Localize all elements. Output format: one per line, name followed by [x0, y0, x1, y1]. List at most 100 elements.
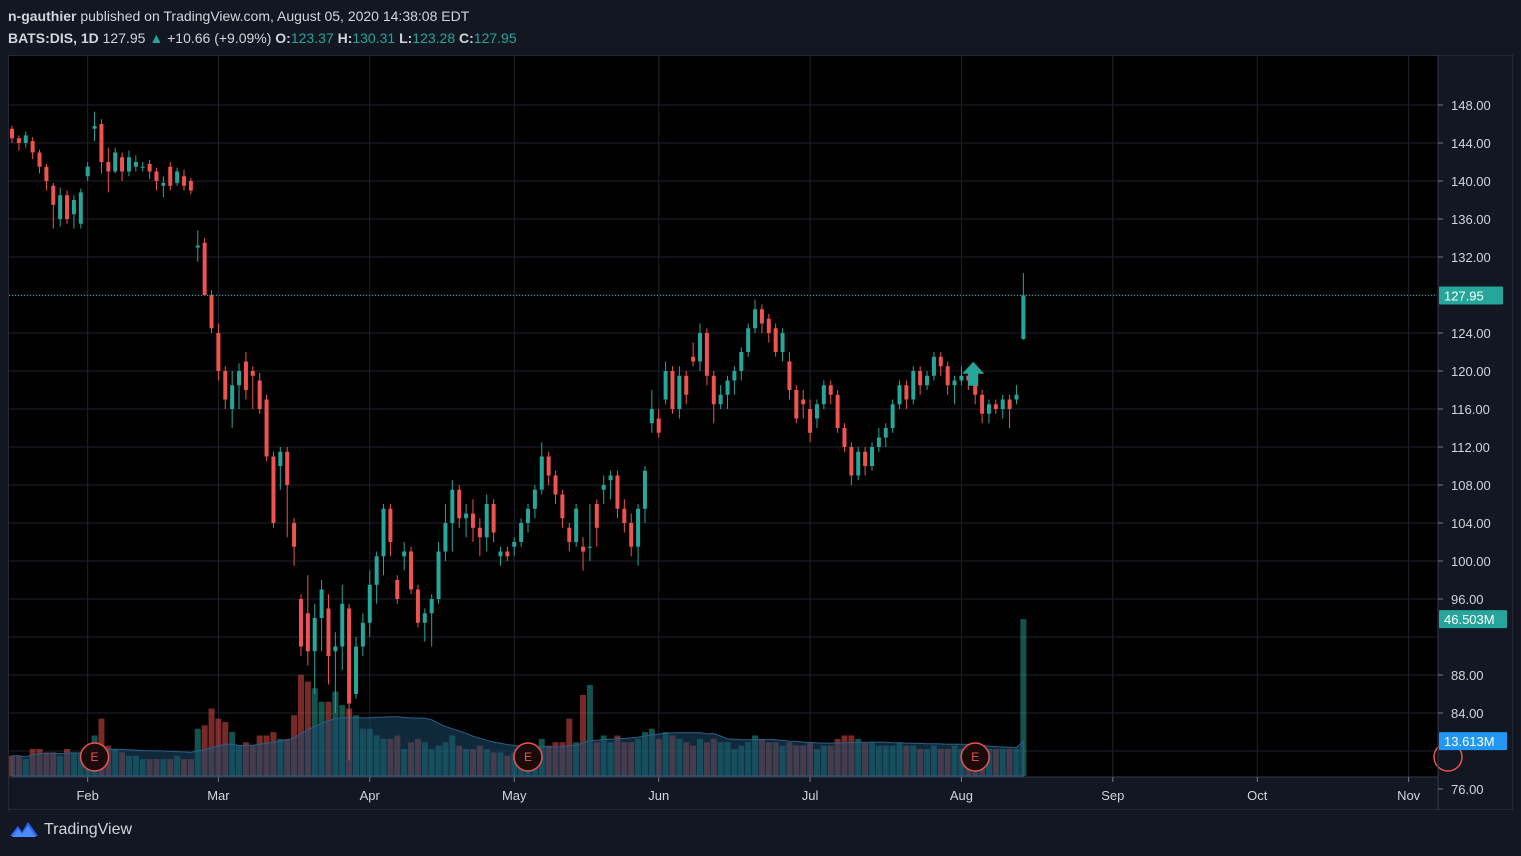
candle-body [945, 366, 950, 386]
y-tick-label: 124.00 [1451, 326, 1491, 341]
candle-body [539, 456, 544, 490]
candle-body [436, 551, 441, 599]
y-tick-label: 136.00 [1451, 212, 1491, 227]
candle-body [973, 385, 978, 395]
candle-body [594, 504, 599, 528]
candle-body [326, 608, 331, 656]
high-label: H: [337, 30, 353, 46]
candle-body [360, 622, 365, 647]
candle-body [883, 428, 888, 438]
plot-area[interactable] [9, 56, 1438, 777]
candle-body [519, 523, 524, 542]
candle-body [182, 176, 186, 186]
candle-body [457, 489, 462, 519]
candle-body [422, 613, 427, 623]
candle-body [37, 152, 42, 167]
candle-body [814, 404, 819, 419]
price-chart[interactable]: E E E 148.00 144.00 140.00 136.00 132.00 124.00… [8, 55, 1513, 810]
candle-body [429, 599, 434, 614]
candle-body [464, 513, 469, 519]
candle-body [498, 551, 503, 557]
candle-body [216, 333, 221, 371]
candle-body [1007, 399, 1012, 409]
candle-body [581, 546, 586, 552]
candle-body [870, 447, 874, 466]
candle-body [264, 399, 269, 457]
candle-body [911, 371, 916, 400]
candle-body [753, 309, 758, 329]
candle-body [415, 589, 420, 623]
candle-body [312, 618, 317, 652]
y-tick-label: 76.00 [1451, 782, 1484, 797]
candle-body [374, 556, 379, 585]
candle-body [698, 333, 702, 362]
volume-badge: 46.503M [1439, 610, 1507, 629]
candle-body [99, 124, 104, 162]
candle-body [615, 475, 620, 509]
close-label: C: [459, 30, 474, 46]
candle-body [85, 166, 90, 177]
candle-body [670, 371, 675, 409]
candle-body [126, 157, 131, 172]
candle-body [16, 138, 21, 143]
footer-brand[interactable]: TradingView [8, 820, 132, 840]
candle-body [113, 152, 118, 172]
x-tick-label: Sep [1101, 788, 1124, 803]
x-tick-label: Mar [207, 788, 230, 803]
candle-body [484, 504, 489, 538]
y-tick-label: 104.00 [1451, 516, 1491, 531]
candle-body [1021, 295, 1026, 339]
brand-name: TradingView [44, 821, 133, 838]
candle-body [340, 603, 345, 647]
candle-body [23, 135, 28, 143]
candle-body [161, 182, 166, 186]
candle-body [1014, 394, 1019, 400]
candle-body [51, 185, 56, 205]
candle-body [856, 451, 861, 476]
candle-body [65, 195, 70, 219]
candle-body [636, 508, 641, 547]
candle-body [230, 385, 235, 409]
candle-body [759, 309, 764, 324]
open-label: O: [275, 30, 291, 46]
candle-body [787, 361, 792, 390]
candle-body [319, 589, 324, 618]
candle-body [746, 328, 751, 352]
candle-body [931, 356, 936, 376]
candle-body [250, 371, 255, 376]
candle-body [925, 375, 930, 386]
candle-body [381, 508, 386, 557]
candle-body [409, 551, 414, 590]
candle-body [808, 409, 813, 433]
author-name[interactable]: n-gauthier [8, 8, 76, 24]
y-tick-label: 108.00 [1451, 478, 1491, 493]
x-tick-label: Aug [950, 788, 973, 803]
candle-body [876, 437, 881, 447]
candle-body [175, 171, 180, 183]
candle-body [794, 390, 799, 419]
candle-body [78, 192, 83, 224]
open-value: 123.37 [290, 30, 334, 46]
candle-body [168, 166, 173, 186]
candle-body [477, 527, 482, 538]
price-change: +10.66 (+9.09%) [167, 30, 272, 46]
candle-body [106, 162, 111, 172]
candle-body [147, 163, 152, 172]
candle-body [691, 356, 696, 362]
low-label: L: [399, 30, 413, 46]
symbol-label[interactable]: BATS:DIS, 1D [8, 30, 99, 46]
candle-body [305, 613, 310, 652]
x-tick-label: Feb [76, 788, 98, 803]
earnings-marker-label: E [91, 750, 99, 764]
y-tick-label: 100.00 [1451, 554, 1491, 569]
candle-body [773, 328, 778, 352]
candle-body [257, 380, 262, 409]
candle-body [58, 195, 63, 219]
candle-body [133, 162, 138, 167]
candle-body [560, 494, 565, 519]
x-tick-label: Oct [1247, 788, 1268, 803]
candle-body [574, 508, 579, 542]
volume-badge-text: 46.503M [1444, 612, 1495, 627]
candle-body [938, 356, 943, 367]
candle-body [890, 404, 895, 428]
